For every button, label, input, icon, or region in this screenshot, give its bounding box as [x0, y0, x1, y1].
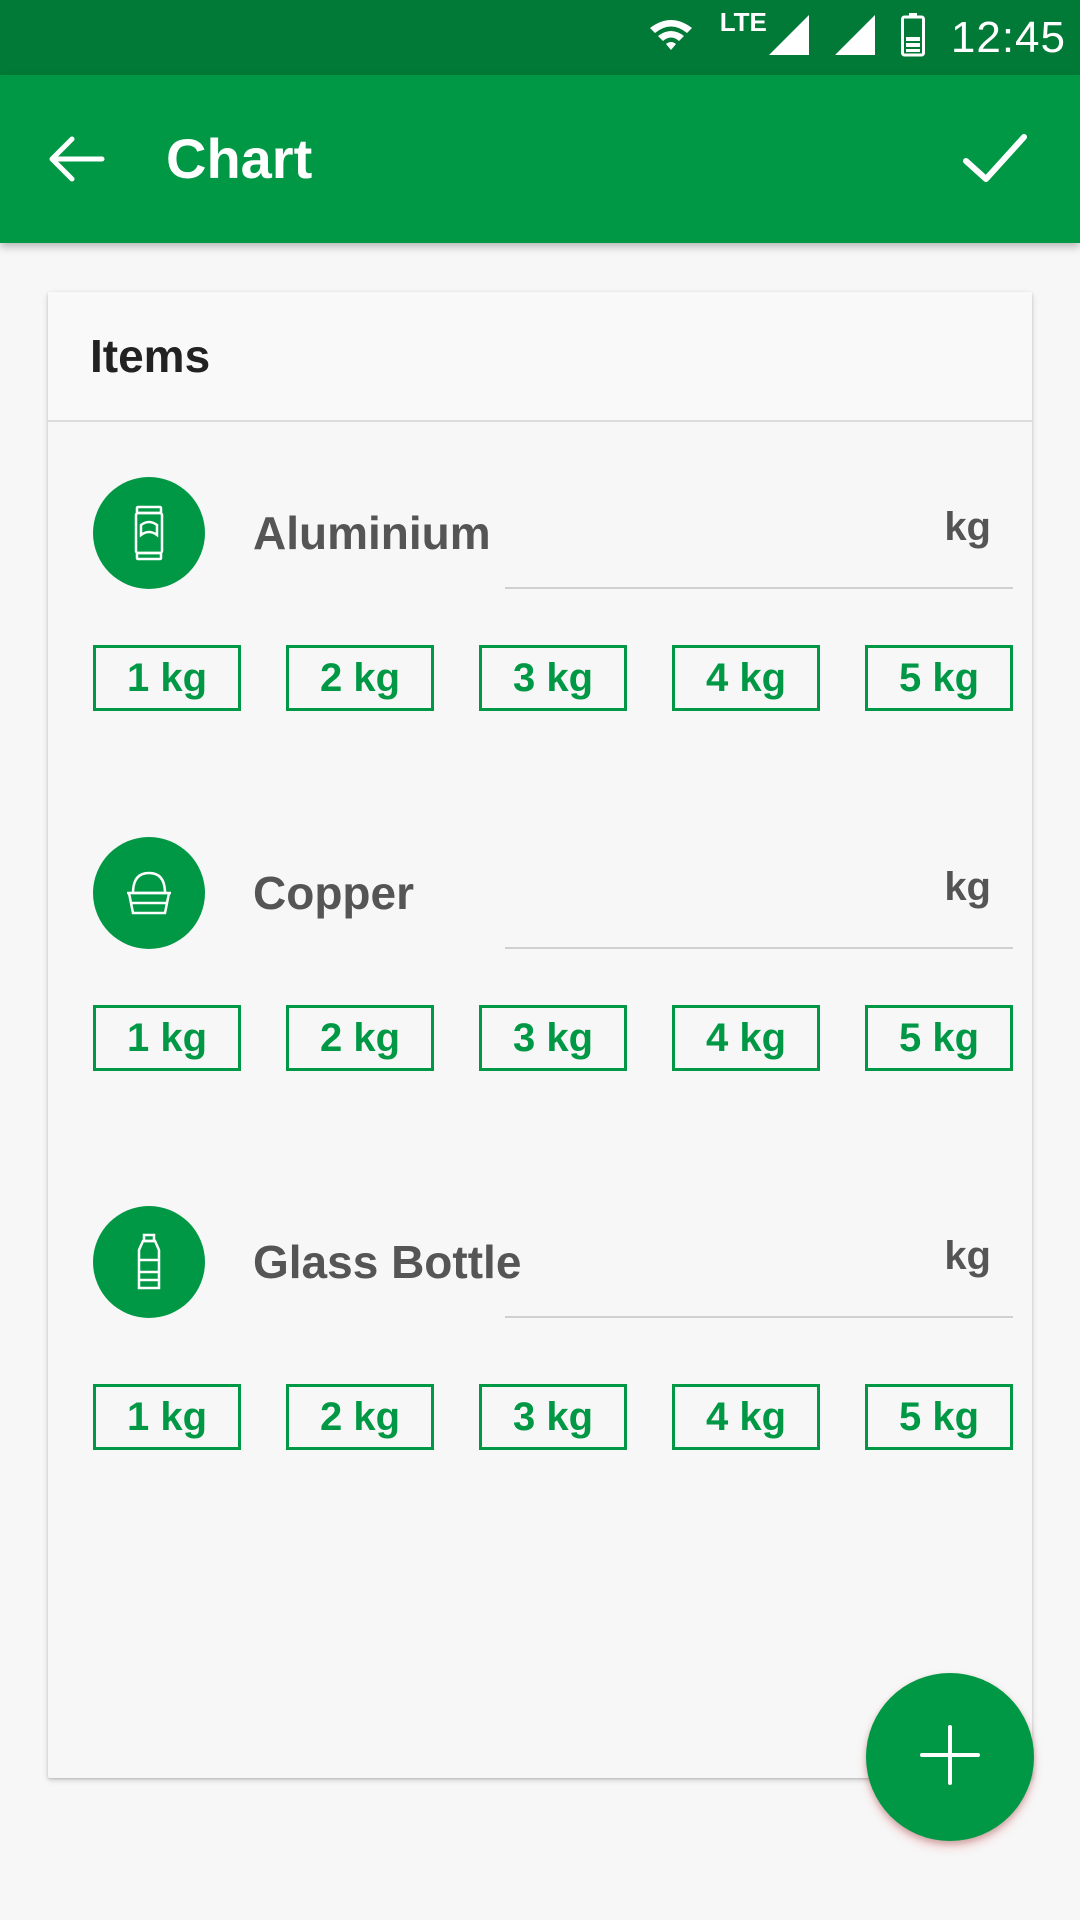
- amount-chip-5kg[interactable]: 5 kg: [865, 1384, 1013, 1450]
- weight-input[interactable]: kg: [505, 487, 1013, 589]
- quick-amounts: 1 kg 2 kg 3 kg 4 kg 5 kg: [93, 1384, 1033, 1452]
- unit-label: kg: [944, 505, 991, 549]
- signal-icon: [768, 15, 809, 60]
- quick-amounts: 1 kg 2 kg 3 kg 4 kg 5 kg: [93, 1005, 1033, 1073]
- arrow-left-icon[interactable]: [44, 127, 108, 191]
- signal-icon: [834, 15, 875, 60]
- amount-chip-3kg[interactable]: 3 kg: [479, 1005, 627, 1071]
- amount-chip-1kg[interactable]: 1 kg: [93, 1005, 241, 1071]
- status-time: 12:45: [950, 12, 1066, 62]
- amount-chip-5kg[interactable]: 5 kg: [865, 1005, 1013, 1071]
- unit-label: kg: [944, 1234, 991, 1278]
- status-bar: LTE 12:45: [0, 0, 1080, 75]
- page-title: Chart: [166, 127, 313, 190]
- check-icon[interactable]: [960, 123, 1030, 193]
- amount-chip-3kg[interactable]: 3 kg: [479, 1384, 627, 1450]
- item-name: Copper: [253, 867, 414, 919]
- status-icons: LTE 12:45: [648, 0, 1066, 75]
- add-item-button[interactable]: [866, 1673, 1034, 1841]
- bottle-icon: [93, 1206, 205, 1318]
- card-title: Items: [48, 292, 1032, 422]
- unit-label: kg: [944, 865, 991, 909]
- weight-input[interactable]: kg: [505, 847, 1013, 949]
- weight-input[interactable]: kg: [505, 1216, 1013, 1318]
- plus-icon: [918, 1723, 982, 1792]
- amount-chip-2kg[interactable]: 2 kg: [286, 645, 434, 711]
- lte-label: LTE: [719, 7, 767, 37]
- wifi-icon: [648, 17, 694, 58]
- amount-chip-2kg[interactable]: 2 kg: [286, 1005, 434, 1071]
- can-icon: [93, 477, 205, 589]
- app-bar: Chart: [0, 75, 1080, 243]
- lte-signal: LTE: [720, 7, 809, 60]
- amount-chip-5kg[interactable]: 5 kg: [865, 645, 1013, 711]
- item-name: Glass Bottle: [253, 1236, 522, 1288]
- amount-chip-1kg[interactable]: 1 kg: [93, 645, 241, 711]
- item-name: Aluminium: [253, 507, 491, 559]
- amount-chip-4kg[interactable]: 4 kg: [672, 645, 820, 711]
- amount-chip-4kg[interactable]: 4 kg: [672, 1005, 820, 1071]
- items-card: Items Aluminium kg 1 kg 2 kg 3 kg 4 kg 5…: [48, 292, 1032, 1778]
- battery-icon: [900, 13, 925, 62]
- amount-chip-4kg[interactable]: 4 kg: [672, 1384, 820, 1450]
- copper-pot-icon: [93, 837, 205, 949]
- amount-chip-2kg[interactable]: 2 kg: [286, 1384, 434, 1450]
- amount-chip-3kg[interactable]: 3 kg: [479, 645, 627, 711]
- amount-chip-1kg[interactable]: 1 kg: [93, 1384, 241, 1450]
- quick-amounts: 1 kg 2 kg 3 kg 4 kg 5 kg: [93, 645, 1033, 713]
